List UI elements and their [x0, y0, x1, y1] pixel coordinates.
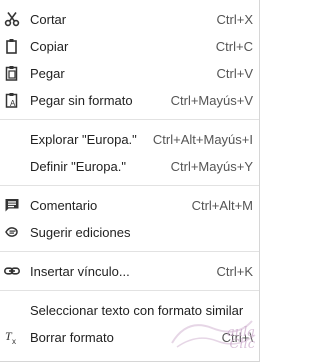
menu-item-shortcut: Ctrl+Mayús+Y: [170, 159, 253, 174]
menu-item-label: Pegar sin formato: [30, 93, 133, 108]
menu-item-paste-plain[interactable]: A Pegar sin formato Ctrl+Mayús+V: [0, 87, 259, 114]
menu-item-suggest-edits[interactable]: Sugerir ediciones: [0, 219, 259, 246]
menu-item-shortcut: Ctrl+Alt+M: [191, 198, 253, 213]
menu-separator: [0, 251, 259, 252]
menu-item-shortcut: Ctrl+Mayús+V: [170, 93, 253, 108]
menu-item-label: Cortar: [30, 12, 67, 27]
comment-icon: [4, 197, 20, 213]
svg-text:A: A: [10, 99, 16, 108]
menu-item-explore[interactable]: Explorar "Europa." Ctrl+Alt+Mayús+I: [0, 126, 259, 153]
link-icon: [4, 263, 20, 279]
menu-item-label: Pegar: [30, 66, 65, 81]
clear-format-icon: T x: [4, 329, 20, 345]
menu-item-label: Definir "Europa.": [30, 159, 126, 174]
menu-item-label: Explorar "Europa.": [30, 132, 137, 147]
menu-item-select-similar[interactable]: Seleccionar texto con formato similar: [0, 297, 259, 324]
svg-text:x: x: [12, 337, 16, 345]
menu-item-clear-format[interactable]: T x Borrar formato Ctrl+\: [0, 324, 259, 351]
menu-separator: [0, 119, 259, 120]
menu-item-cut[interactable]: Cortar Ctrl+X: [0, 6, 259, 33]
menu-item-define[interactable]: Definir "Europa." Ctrl+Mayús+Y: [0, 153, 259, 180]
menu-item-label: Copiar: [30, 39, 69, 54]
menu-item-label: Borrar formato: [30, 330, 114, 345]
menu-item-label: Sugerir ediciones: [30, 225, 131, 240]
watermark-text: aula Clic: [227, 326, 255, 352]
menu-item-shortcut: Ctrl+C: [215, 39, 253, 54]
menu-separator: [0, 185, 259, 186]
copy-icon: [4, 38, 20, 54]
menu-item-comment[interactable]: Comentario Ctrl+Alt+M: [0, 192, 259, 219]
menu-item-shortcut: Ctrl+Alt+Mayús+I: [152, 132, 253, 147]
suggest-edits-icon: [4, 224, 20, 240]
watermark-line2: Clic: [229, 337, 255, 352]
menu-separator: [0, 290, 259, 291]
menu-item-label: Insertar vínculo...: [30, 264, 130, 279]
menu-item-copy[interactable]: Copiar Ctrl+C: [0, 33, 259, 60]
menu-item-paste[interactable]: Pegar Ctrl+V: [0, 60, 259, 87]
menu-item-label: Comentario: [30, 198, 98, 213]
menu-item-shortcut: Ctrl+K: [216, 264, 253, 279]
menu-item-shortcut: Ctrl+V: [216, 66, 253, 81]
menu-item-label: Seleccionar texto con formato similar: [30, 303, 244, 318]
context-menu: Cortar Ctrl+X Copiar Ctrl+C Pegar Ctrl+V: [0, 0, 260, 362]
menu-item-shortcut: Ctrl+X: [216, 12, 253, 27]
menu-item-insert-link[interactable]: Insertar vínculo... Ctrl+K: [0, 258, 259, 285]
paste-plain-icon: A: [4, 92, 20, 108]
paste-icon: [4, 65, 20, 81]
scissors-icon: [4, 11, 20, 27]
